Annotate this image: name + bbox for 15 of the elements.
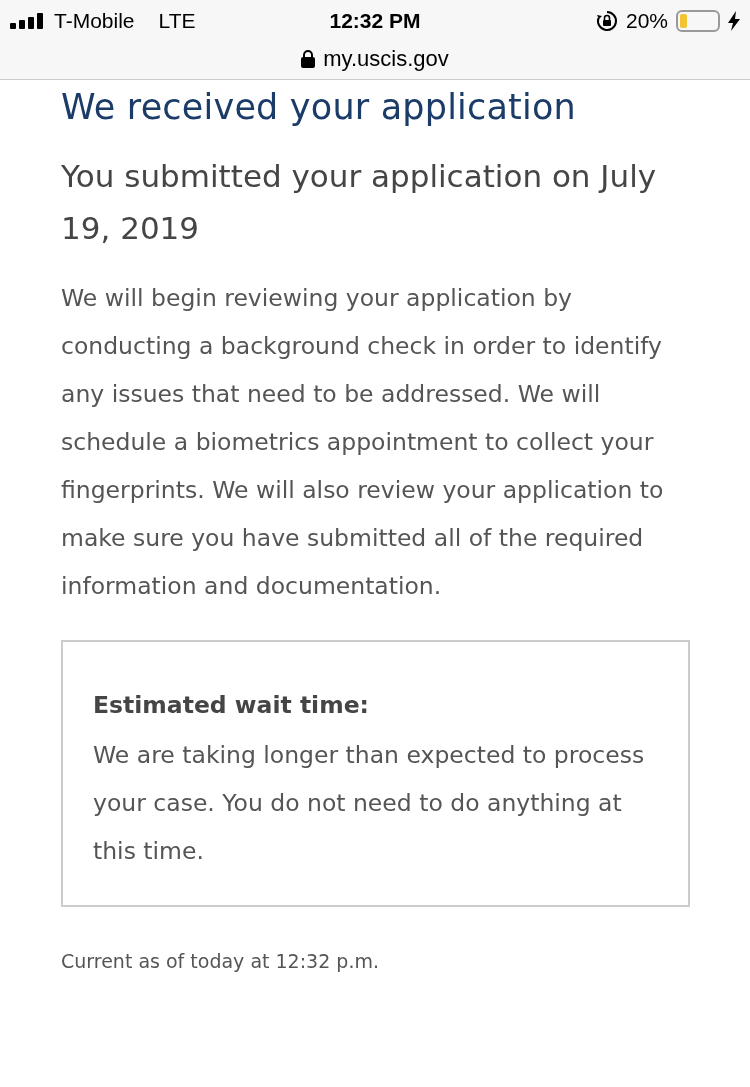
clock-time: 12:32 PM bbox=[329, 8, 421, 35]
panel-text: We are taking longer than expected to process your case. You do not need to do anything at this time. bbox=[93, 740, 646, 868]
carrier-name: T-Mobile bbox=[54, 8, 135, 35]
page-title: We received your application bbox=[61, 86, 577, 128]
body-paragraph: We will begin reviewing your application by conducting a background check in order to identify any issues that need to be addressed. We will schedule a biometrics appointment to collect your fingerprints. We will also review your application to make sure you have submitted all of the required information and documentation. bbox=[61, 283, 665, 602]
lock-icon bbox=[301, 49, 316, 68]
signal-icon bbox=[10, 13, 46, 29]
rotation-lock-icon bbox=[595, 10, 618, 32]
battery-icon bbox=[676, 10, 720, 32]
last-updated-text: Current as of today at 12:32 p.m. bbox=[61, 949, 380, 975]
battery-percentage: 20% bbox=[625, 8, 668, 35]
panel-heading: Estimated wait time: bbox=[93, 690, 370, 721]
network-type: LTE bbox=[158, 8, 196, 35]
page-subtitle: You submitted your application on July 19, 2019 bbox=[61, 157, 658, 248]
url-text[interactable]: my.uscis.gov bbox=[323, 42, 449, 75]
